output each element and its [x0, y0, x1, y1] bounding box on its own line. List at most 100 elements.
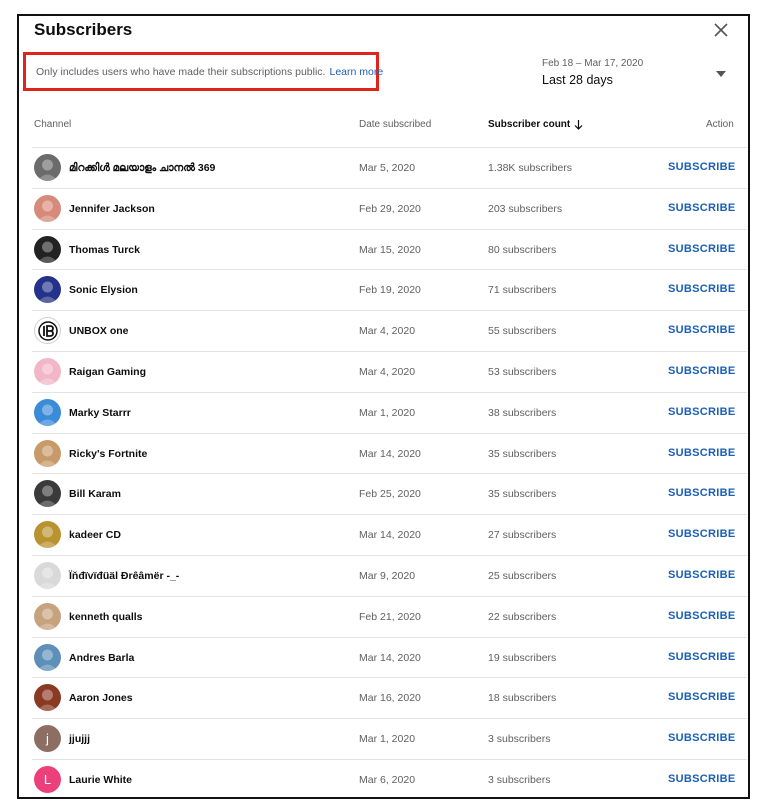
- avatar[interactable]: [34, 154, 61, 181]
- person-photo-icon: [37, 567, 58, 589]
- subscriber-count: 18 subscribers: [488, 692, 557, 705]
- subscribe-button[interactable]: SUBSCRIBE: [668, 651, 736, 663]
- subscriber-count: 27 subscribers: [488, 529, 557, 542]
- date-subscribed: Mar 14, 2020: [359, 529, 421, 542]
- person-photo-icon: [37, 649, 58, 671]
- avatar[interactable]: [34, 276, 61, 304]
- avatar[interactable]: [34, 439, 61, 467]
- avatar-letter: L: [43, 771, 52, 787]
- avatar[interactable]: j: [34, 725, 61, 753]
- subscriber-count: 35 subscribers: [488, 447, 557, 460]
- date-subscribed: Mar 5, 2020: [359, 162, 416, 174]
- avatar[interactable]: [34, 194, 61, 222]
- subscribe-button[interactable]: SUBSCRIBE: [668, 365, 736, 377]
- close-button[interactable]: [710, 19, 732, 41]
- avatar[interactable]: L: [34, 765, 61, 793]
- channel-name[interactable]: Raigan Gaming: [69, 366, 146, 378]
- subscribe-button[interactable]: SUBSCRIBE: [668, 732, 736, 744]
- subscribe-button[interactable]: SUBSCRIBE: [668, 283, 736, 295]
- channel-name[interactable]: UNBOX one: [69, 325, 129, 337]
- subscribe-button[interactable]: SUBSCRIBE: [668, 243, 736, 255]
- channel-name[interactable]: Ricky's Fortnite: [69, 448, 147, 460]
- avatar[interactable]: [34, 317, 61, 345]
- subscribe-button[interactable]: SUBSCRIBE: [668, 610, 736, 622]
- subscribe-button[interactable]: SUBSCRIBE: [668, 161, 736, 173]
- subscribe-button[interactable]: SUBSCRIBE: [668, 324, 736, 336]
- subscribe-button[interactable]: SUBSCRIBE: [668, 569, 736, 581]
- subscribe-button[interactable]: SUBSCRIBE: [668, 447, 736, 459]
- date-subscribed: Mar 1, 2020: [359, 406, 416, 419]
- person-photo-icon: [37, 526, 58, 549]
- avatar[interactable]: [34, 398, 61, 426]
- subscriber-count: 25 subscribers: [488, 569, 557, 582]
- subscribers-dialog: Subscribers Only includes users who have…: [17, 14, 750, 799]
- date-subscribed: Mar 15, 2020: [359, 243, 421, 256]
- column-header-subscriber-count[interactable]: Subscriber count: [488, 119, 583, 130]
- avatar[interactable]: [34, 480, 61, 508]
- date-subscribed: Feb 21, 2020: [359, 610, 421, 623]
- table-row: Raigan Gaming Mar 4, 2020 53 subscribers SU…: [32, 350, 747, 392]
- avatar[interactable]: [34, 357, 61, 385]
- channel-name[interactable]: Andres Barla: [69, 652, 134, 664]
- channel-name[interactable]: Thomas Turck: [69, 244, 140, 256]
- subscribe-button[interactable]: SUBSCRIBE: [668, 773, 736, 785]
- date-subscribed: Mar 4, 2020: [359, 325, 416, 338]
- subscribe-button[interactable]: SUBSCRIBE: [668, 406, 736, 418]
- person-photo-icon: [37, 485, 58, 508]
- table-row: Andres Barla Mar 14, 2020 19 subscribers SU…: [32, 636, 747, 678]
- table-row: മിറക്കിൾ മലയാളം ചാനൽ 369 Mar 5, 2020 1.38K…: [32, 147, 747, 188]
- subscriber-count: 71 subscribers: [488, 284, 557, 297]
- channel-name[interactable]: kadeer CD: [69, 529, 121, 541]
- avatar[interactable]: [34, 235, 61, 263]
- channel-name[interactable]: Sonic Elysion: [69, 284, 138, 296]
- channel-name[interactable]: Bill Karam: [69, 488, 121, 500]
- cartoon-photo-icon: [37, 200, 58, 222]
- column-header-action: Action: [706, 119, 734, 130]
- avatar[interactable]: [34, 521, 61, 549]
- subscribe-button[interactable]: SUBSCRIBE: [668, 691, 736, 703]
- table-row: kenneth qualls Feb 21, 2020 22 subscribers…: [32, 595, 747, 637]
- date-range-selector[interactable]: Feb 18 – Mar 17, 2020 Last 28 days: [542, 58, 643, 87]
- channel-name[interactable]: Laurie White: [69, 774, 132, 786]
- channel-name[interactable]: Jennifer Jackson: [69, 203, 155, 215]
- subscriber-count: 3 subscribers: [488, 733, 551, 746]
- channel-name[interactable]: Ïňđïvïđüäl Ðrêâmër -_-: [69, 570, 179, 582]
- avatar[interactable]: [34, 643, 61, 671]
- channel-name[interactable]: kenneth qualls: [69, 611, 143, 623]
- person-photo-icon: [37, 241, 58, 263]
- date-subscribed: Mar 4, 2020: [359, 365, 416, 378]
- table-row: Aaron Jones Mar 16, 2020 18 subscribers SUB…: [32, 677, 747, 718]
- subscribe-button[interactable]: SUBSCRIBE: [668, 528, 736, 540]
- subscriber-count: 35 subscribers: [488, 488, 557, 501]
- person-photo-icon: [37, 404, 58, 426]
- avatar[interactable]: [34, 561, 61, 589]
- subscriber-count: 55 subscribers: [488, 325, 557, 338]
- table-row: j jjujjj Mar 1, 2020 3 subscribers SUBSCRIBE: [32, 718, 747, 759]
- table-row: Marky Starrr Mar 1, 2020 38 subscribers SUB…: [32, 391, 747, 433]
- notice-text: Only includes users who have made their …: [36, 65, 326, 78]
- avatar[interactable]: [34, 684, 61, 712]
- arrow-down-icon: [574, 119, 583, 130]
- channel-name[interactable]: jjujjj: [69, 733, 90, 745]
- learn-more-link[interactable]: Learn more: [329, 66, 383, 78]
- avatar[interactable]: [34, 602, 61, 630]
- channel-name[interactable]: മിറക്കിൾ മലയാളം ചാനൽ 369: [69, 162, 215, 175]
- date-subscribed: Mar 14, 2020: [359, 651, 421, 664]
- subscribe-button[interactable]: SUBSCRIBE: [668, 202, 736, 214]
- table-row: Bill Karam Feb 25, 2020 35 subscribers SUBS…: [32, 473, 747, 514]
- channel-name[interactable]: Marky Starrr: [69, 407, 131, 419]
- public-subscriptions-notice: Only includes users who have made their …: [23, 52, 383, 91]
- subscriber-count: 53 subscribers: [488, 365, 557, 378]
- avatar-letter: j: [46, 731, 49, 747]
- dog-photo-icon: [37, 445, 58, 467]
- subscriber-count: 3 subscribers: [488, 773, 551, 786]
- table-row: UNBOX one Mar 4, 2020 55 subscribers SUBSCR…: [32, 310, 747, 351]
- subscriber-count: 1.38K subscribers: [488, 162, 573, 174]
- table-row: L Laurie White Mar 6, 2020 3 subscribers SUB…: [32, 758, 747, 797]
- dropdown-arrow-icon[interactable]: [716, 71, 726, 77]
- channel-name[interactable]: Aaron Jones: [69, 692, 133, 704]
- close-icon: [714, 23, 728, 37]
- dialog-title: Subscribers: [34, 20, 133, 39]
- subscribe-button[interactable]: SUBSCRIBE: [668, 487, 736, 499]
- table-row: Ïňđïvïđüäl Ðrêâmër -_- Mar 9, 2020 25 subs…: [32, 554, 747, 596]
